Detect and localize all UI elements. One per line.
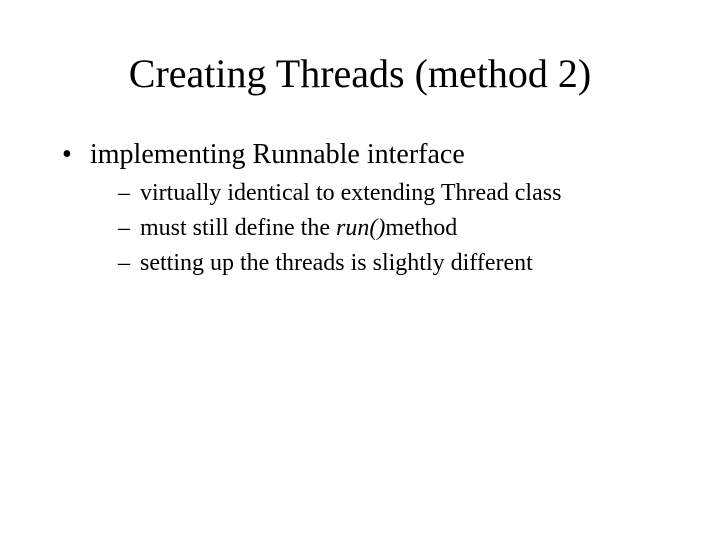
sub-bullet-text-pre: must still define the xyxy=(140,215,336,241)
sub-bullet-text: setting up the threads is slightly diffe… xyxy=(140,250,533,276)
code-run-italic: run() xyxy=(336,215,385,241)
slide-title: Creating Threads (method 2) xyxy=(50,50,670,97)
bullet-text: implementing Runnable interface xyxy=(90,139,465,170)
sub-bullet-text-post: method xyxy=(385,215,457,241)
slide: Creating Threads (method 2) implementing… xyxy=(0,0,720,540)
list-item: must still define the run()method xyxy=(118,213,670,244)
sub-bullet-text: virtually identical to extending Thread … xyxy=(140,180,561,206)
list-item: setting up the threads is slightly diffe… xyxy=(118,248,670,279)
bullet-list-level2: virtually identical to extending Thread … xyxy=(118,178,670,280)
bullet-list-level1: implementing Runnable interface virtuall… xyxy=(62,137,670,280)
list-item: implementing Runnable interface virtuall… xyxy=(62,137,670,280)
list-item: virtually identical to extending Thread … xyxy=(118,178,670,209)
